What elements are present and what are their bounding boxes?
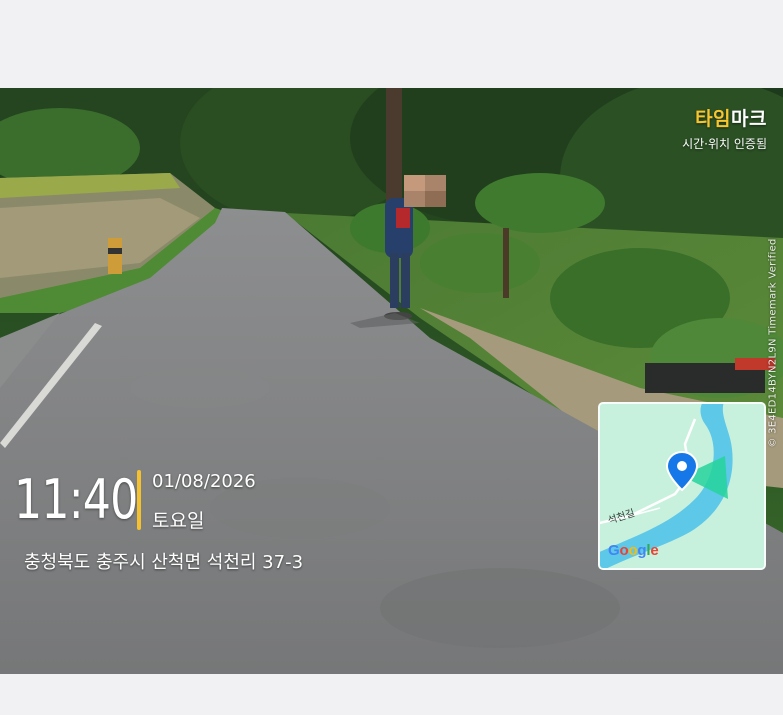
stamp-time: 11:40 (14, 468, 138, 531)
timemark-brand: 타임마크 시간·위치 인증됨 (682, 104, 767, 152)
brand-name-accent: 타임 (695, 108, 732, 130)
google-logo: Google (608, 542, 659, 559)
google-logo-letter: e (650, 542, 659, 559)
timestamp-photo: 타임마크 시간·위치 인증됨 © 3E4ED14BYN2L9N Timemark… (0, 88, 783, 674)
google-logo-letter: G (608, 542, 620, 559)
verification-code: © 3E4ED14BYN2L9N Timemark Verified (765, 208, 781, 478)
verification-text: © 3E4ED14BYN2L9N Timemark Verified (767, 238, 779, 448)
stamp-address: 충청북도 충주시 산척면 석천리 37-3 (24, 552, 304, 573)
map-thumbnail[interactable]: 석천길 Google (598, 402, 766, 570)
brand-subtitle: 시간·위치 인증됨 (682, 137, 767, 151)
time-separator-bar (137, 470, 141, 530)
photo-frame: 타임마크 시간·위치 인증됨 © 3E4ED14BYN2L9N Timemark… (0, 0, 783, 715)
roadside-scene-image (0, 88, 783, 674)
stamp-weekday: 토요일 (152, 510, 205, 532)
brand-name: 타임마크 (682, 104, 767, 131)
stamp-date: 01/08/2026 (152, 471, 256, 492)
brand-name-rest: 마크 (731, 108, 767, 130)
